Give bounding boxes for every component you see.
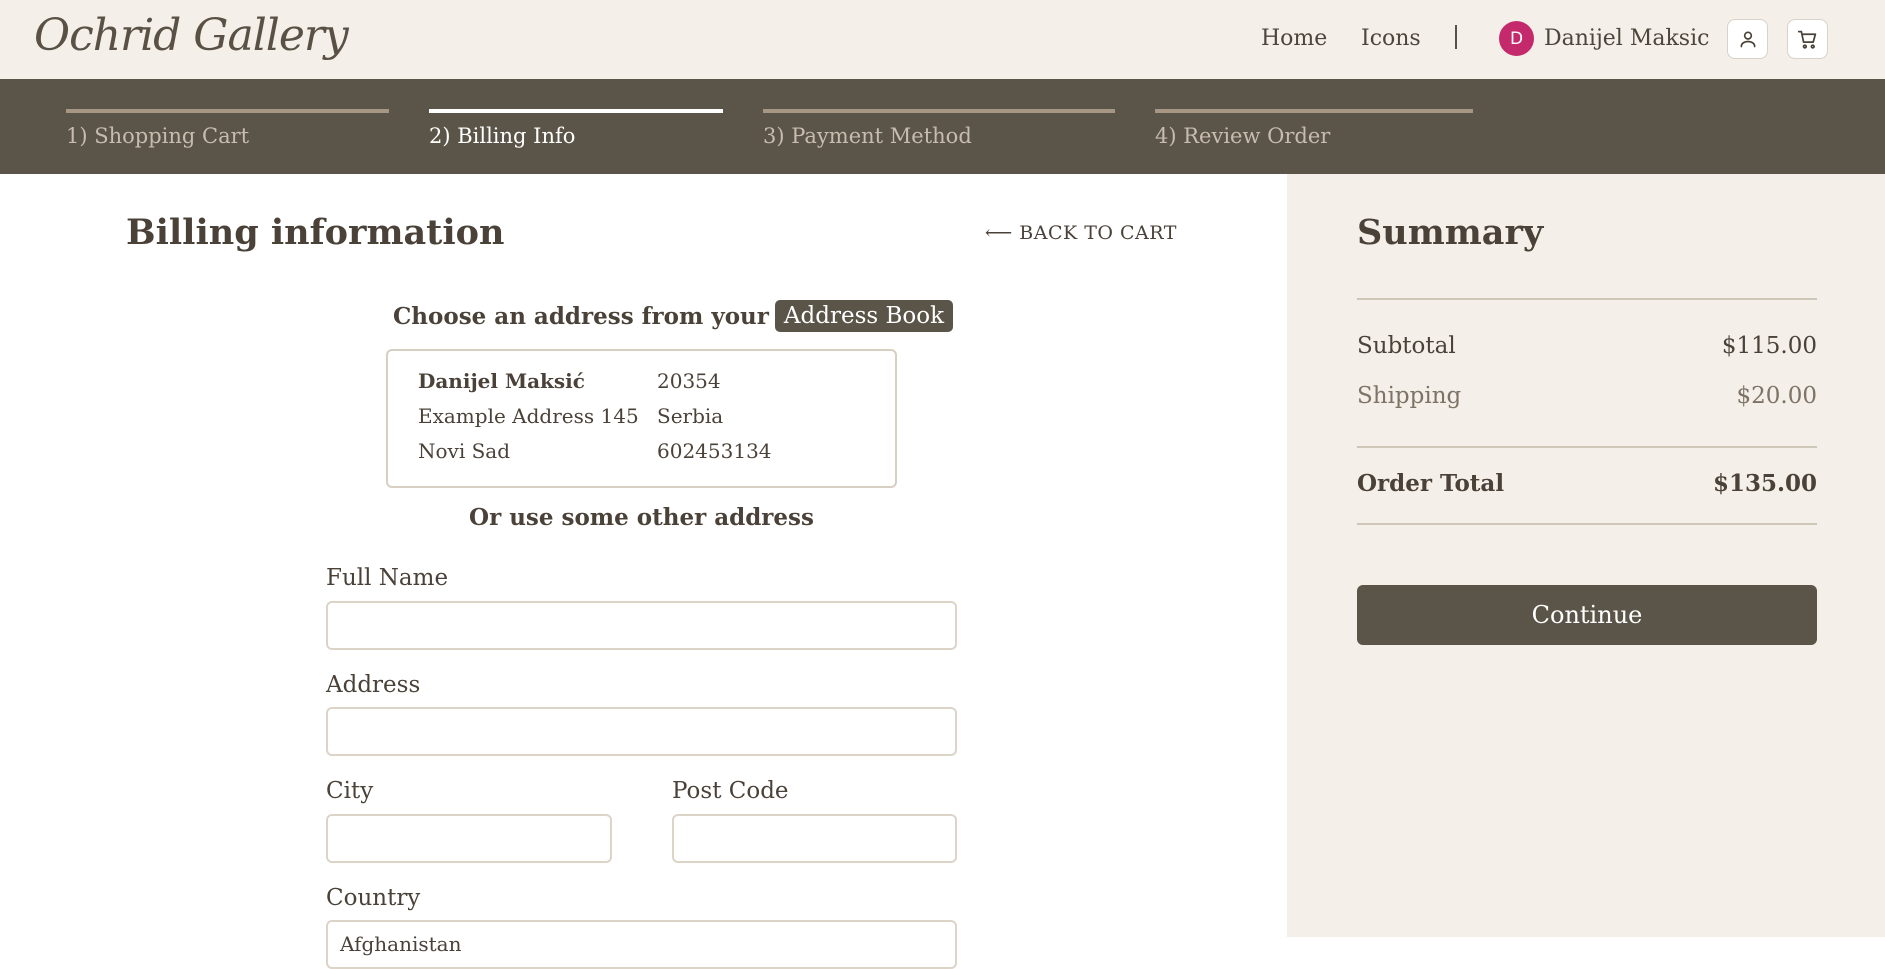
country-label: Country (326, 885, 421, 911)
nav-icons-link[interactable]: Icons (1361, 26, 1421, 51)
page-title: Billing information (126, 212, 505, 253)
order-total-value: $135.00 (1712, 470, 1817, 497)
user-name[interactable]: Danijel Maksic (1544, 26, 1709, 51)
choose-address-text: Choose an address from your (393, 302, 769, 330)
nav-divider (1455, 25, 1457, 49)
full-name-input[interactable] (326, 601, 957, 650)
summary-title: Summary (1357, 212, 1544, 253)
shipping-value: $20.00 (1736, 383, 1817, 409)
address-input[interactable] (326, 707, 957, 756)
country-select[interactable]: Afghanistan (326, 920, 957, 969)
country-selected-value: Afghanistan (340, 932, 462, 956)
order-total-row: Order Total $135.00 (1357, 470, 1817, 497)
step-label: 2) Billing Info (429, 124, 576, 148)
saved-address-post-code: 20354 (657, 369, 721, 393)
step-progress-bar (429, 109, 723, 113)
subtotal-label: Subtotal (1357, 333, 1456, 359)
saved-address-card[interactable]: Danijel Maksić Example Address 145 Novi … (386, 349, 897, 488)
saved-address-country: Serbia (657, 404, 724, 428)
address-book-prompt: Choose an address from your Address Book (393, 300, 954, 332)
cart-icon (1797, 30, 1817, 49)
city-input[interactable] (326, 814, 612, 863)
subtotal-row: Subtotal $115.00 (1357, 333, 1817, 359)
nav-home-link[interactable]: Home (1261, 26, 1327, 51)
saved-address-street: Example Address 145 (418, 404, 639, 428)
step-review-order[interactable]: 4) Review Order (1155, 109, 1473, 148)
continue-button[interactable]: Continue (1357, 585, 1817, 645)
saved-address-phone: 602453134 (657, 439, 772, 463)
order-total-label: Order Total (1357, 470, 1505, 497)
full-name-label: Full Name (326, 565, 449, 591)
shipping-label: Shipping (1357, 383, 1462, 409)
site-logo[interactable]: Ochrid Gallery (34, 10, 349, 61)
alt-address-text: Or use some other address (469, 504, 814, 531)
summary-divider (1357, 446, 1817, 448)
user-icon (1740, 31, 1755, 48)
summary-divider (1357, 523, 1817, 525)
step-progress-bar (66, 109, 389, 113)
saved-address-city: Novi Sad (418, 439, 511, 463)
step-payment-method[interactable]: 3) Payment Method (763, 109, 1115, 148)
summary-divider (1357, 298, 1817, 300)
step-label: 1) Shopping Cart (66, 124, 250, 148)
step-shopping-cart[interactable]: 1) Shopping Cart (66, 109, 389, 148)
alt-address-heading: Or use some other address (0, 504, 1283, 531)
billing-section: Billing information ⟵ BACK TO CART Choos… (0, 174, 1287, 969)
account-button[interactable] (1727, 19, 1768, 59)
step-billing-info[interactable]: 2) Billing Info (429, 109, 723, 148)
back-to-cart-link[interactable]: ⟵ BACK TO CART (985, 222, 1177, 244)
post-code-input[interactable] (672, 814, 957, 863)
post-code-label: Post Code (672, 778, 789, 804)
checkout-steps: 1) Shopping Cart 2) Billing Info 3) Paym… (0, 79, 1885, 174)
city-label: City (326, 778, 374, 804)
subtotal-value: $115.00 (1721, 333, 1817, 359)
cart-button[interactable] (1787, 19, 1828, 59)
order-summary-panel: Summary Subtotal $115.00 Shipping $20.00… (1287, 174, 1885, 937)
address-book-button[interactable]: Address Book (774, 300, 954, 332)
saved-address-name: Danijel Maksić (418, 369, 585, 393)
top-header: Ochrid Gallery Home Icons D Danijel Maks… (0, 0, 1885, 79)
avatar[interactable]: D (1499, 21, 1534, 56)
step-label: 4) Review Order (1155, 124, 1331, 148)
shipping-row: Shipping $20.00 (1357, 383, 1817, 409)
step-progress-bar (763, 109, 1115, 113)
address-label: Address (326, 672, 421, 698)
step-progress-bar (1155, 109, 1473, 113)
step-label: 3) Payment Method (763, 124, 972, 148)
